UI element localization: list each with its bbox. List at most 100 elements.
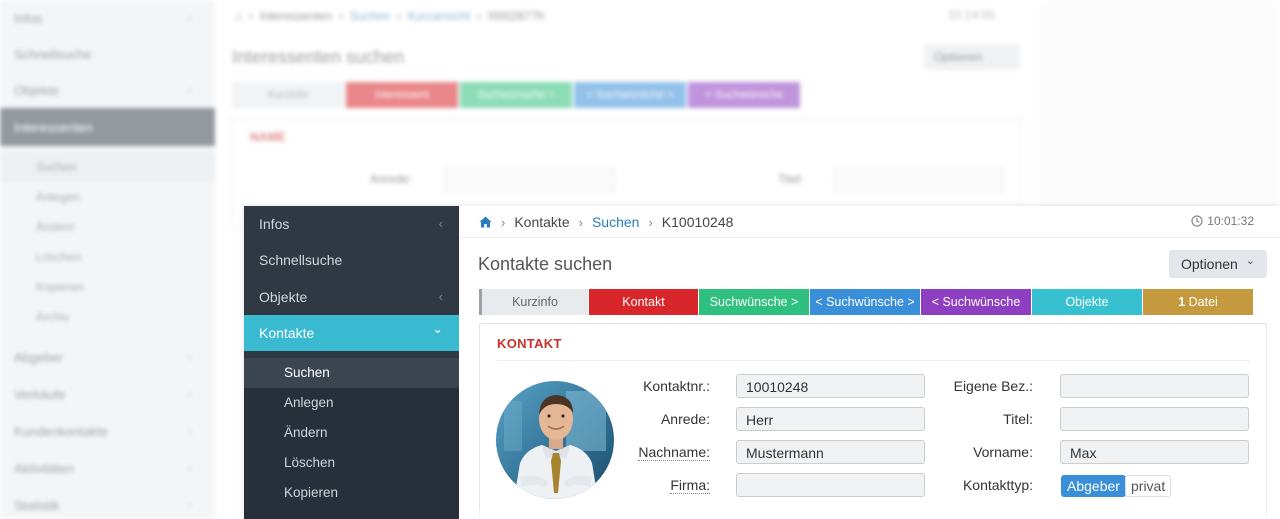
breadcrumb-separator: › bbox=[578, 214, 583, 230]
clock-icon bbox=[1191, 215, 1203, 227]
label-firma-text: Firma: bbox=[670, 477, 710, 494]
sidebar-item-label: Infos bbox=[259, 216, 290, 232]
bg-sidebar-item: Statistik ‹ bbox=[14, 498, 192, 513]
bg-field-label: Titel: bbox=[778, 172, 804, 186]
kontaktnr-field[interactable]: 10010248 bbox=[736, 374, 925, 398]
bg-sidebar-item-schnellsuche: Schnellsuche bbox=[14, 47, 92, 62]
titel-field[interactable] bbox=[1060, 407, 1249, 431]
bg-sub-active bbox=[0, 152, 215, 182]
clock-time: 10:01:32 bbox=[1207, 214, 1254, 228]
sidebar-subitem-loeschen[interactable]: Löschen bbox=[244, 448, 459, 478]
bg-tabs: Kurzinfo Interessent Suchwünsche > < Suc… bbox=[232, 82, 802, 108]
bg-sub-item: Ändern bbox=[36, 220, 75, 234]
label-eigene-bez: Eigene Bez.: bbox=[953, 378, 1033, 394]
sidebar-subitem-anlegen[interactable]: Anlegen bbox=[244, 388, 459, 418]
tab-datei-count: 1 bbox=[1178, 295, 1186, 309]
sidebar-item-kontakte[interactable]: Kontakte ⌄ bbox=[244, 315, 468, 351]
bottom-fade bbox=[459, 506, 1280, 519]
kontakttyp-option-privat[interactable]: privat bbox=[1125, 475, 1172, 497]
sidebar-item-objekte[interactable]: Objekte ‹ bbox=[244, 279, 459, 315]
session-clock: 10:01:32 bbox=[1191, 214, 1254, 228]
sidebar-item-infos[interactable]: Infos ‹ bbox=[244, 206, 459, 242]
label-titel: Titel: bbox=[1003, 411, 1033, 427]
bg-tab: Kurzinfo bbox=[232, 82, 344, 108]
sidebar-item-schnellsuche[interactable]: Schnellsuche bbox=[244, 242, 459, 278]
home-icon[interactable] bbox=[479, 216, 492, 228]
sidebar-subitem-suchen[interactable]: Suchen bbox=[244, 358, 459, 388]
contact-panel: KONTAKT Kontaktnr.: 10010248 Anrede: Her… bbox=[479, 323, 1267, 519]
firma-field[interactable] bbox=[736, 473, 925, 497]
bg-field-label: Anrede: bbox=[370, 172, 413, 186]
breadcrumb-separator: › bbox=[648, 214, 653, 230]
label-nachname-text: Nachname: bbox=[638, 444, 710, 461]
sidebar-subitem-aendern[interactable]: Ändern bbox=[244, 418, 459, 448]
app-window: Infos ‹ Schnellsuche Objekte ‹ Kontakte … bbox=[244, 206, 1280, 519]
page-title: Kontakte suchen bbox=[478, 254, 613, 274]
panel-heading: KONTAKT bbox=[497, 336, 562, 351]
label-anrede: Anrede: bbox=[660, 411, 710, 427]
breadcrumb-link-suchen[interactable]: Suchen bbox=[592, 214, 639, 230]
eigene-bez-field[interactable] bbox=[1060, 374, 1249, 398]
breadcrumb-item-current: K10010248 bbox=[661, 214, 734, 230]
sidebar-subitem-kopieren[interactable]: Kopieren bbox=[244, 478, 459, 508]
label-nachname: Nachname: bbox=[600, 444, 710, 461]
bg-clock: 10:14:05 bbox=[948, 8, 995, 22]
bg-tab: < Suchwünsche bbox=[688, 82, 800, 108]
options-button-label: Optionen bbox=[1181, 256, 1238, 272]
anrede-field[interactable]: Herr bbox=[736, 407, 925, 431]
bg-sidebar-item: Abgeber ‹ bbox=[14, 350, 192, 365]
bg-page-title: Interessenten suchen bbox=[232, 47, 405, 67]
bg-sidebar-item-infos: Infos ‹ bbox=[14, 11, 192, 26]
sidebar-item-label: Objekte bbox=[259, 289, 308, 305]
tab-suchwuensche-prev[interactable]: < Suchwünsche bbox=[921, 289, 1031, 315]
sidebar-subitem-more bbox=[244, 508, 459, 519]
bg-tab: Suchwünsche > bbox=[460, 82, 572, 108]
chevron-left-icon: ‹ bbox=[438, 216, 443, 231]
bg-field-input bbox=[445, 168, 615, 192]
breadcrumb: › Kontakte › Suchen › K10010248 bbox=[479, 214, 733, 230]
sidebar-item-label: Schnellsuche bbox=[259, 252, 343, 268]
background-sidebar bbox=[0, 0, 215, 519]
sidebar-item-label: Kontakte bbox=[259, 325, 315, 341]
bg-sub-item: Archiv bbox=[36, 310, 70, 324]
contact-photo bbox=[496, 381, 614, 499]
bg-sub-item: Anlegen bbox=[36, 190, 81, 204]
vorname-field[interactable]: Max bbox=[1060, 440, 1249, 464]
panel-divider bbox=[497, 360, 1250, 361]
tab-objekte[interactable]: Objekte bbox=[1032, 289, 1142, 315]
bg-sub-item: Kopieren bbox=[36, 280, 85, 294]
bg-breadcrumb: ⌂ › Interessenten › Suchen › Kurzansicht… bbox=[235, 9, 545, 23]
kontakttyp-option-abgeber[interactable]: Abgeber bbox=[1061, 475, 1126, 497]
bg-sidebar-item: Verkäufe ‹ bbox=[14, 387, 192, 402]
options-button[interactable]: Optionen ⌄ bbox=[1169, 250, 1267, 278]
bg-sub-item: Löschen bbox=[36, 250, 82, 264]
bg-field-input bbox=[834, 168, 1004, 192]
header-divider bbox=[459, 237, 1280, 238]
label-firma: Firma: bbox=[600, 477, 710, 494]
bg-sub-item: Suchen bbox=[36, 160, 77, 174]
bg-sidebar-item-objekte: Objekte ‹ bbox=[14, 83, 192, 98]
tab-suchwuensche-prevnext[interactable]: < Suchwünsche > bbox=[810, 289, 920, 315]
tab-datei-label: Datei bbox=[1188, 295, 1218, 309]
tab-datei[interactable]: 1 Datei bbox=[1143, 289, 1253, 315]
sidebar: Infos ‹ Schnellsuche Objekte ‹ Kontakte … bbox=[244, 206, 468, 519]
main-content: › Kontakte › Suchen › K10010248 10:01:32… bbox=[459, 206, 1280, 519]
bg-tab: Interessent bbox=[346, 82, 458, 108]
chevron-down-icon: ⌄ bbox=[1245, 255, 1255, 267]
bg-tab: < Suchwünsche > bbox=[574, 82, 686, 108]
label-kontaktnr: Kontaktnr.: bbox=[643, 378, 710, 394]
tab-suchwuensche-next[interactable]: Suchwünsche > bbox=[699, 289, 809, 315]
breadcrumb-item-kontakte: Kontakte bbox=[514, 214, 570, 230]
label-vorname: Vorname: bbox=[973, 444, 1033, 460]
nachname-field[interactable]: Mustermann bbox=[736, 440, 925, 464]
tab-bar: Kurzinfo Kontakt Suchwünsche > < Suchwün… bbox=[479, 289, 1254, 315]
bg-sidebar-item: Aktivitäten ‹ bbox=[14, 461, 192, 476]
bg-panel-heading: NAME bbox=[250, 130, 286, 144]
bg-options-button: Optionen bbox=[924, 44, 1020, 70]
tab-kontakt[interactable]: Kontakt bbox=[589, 289, 698, 315]
breadcrumb-separator: › bbox=[501, 214, 506, 230]
bg-sidebar-item-interessenten: Interessenten bbox=[14, 120, 93, 135]
tab-kurzinfo[interactable]: Kurzinfo bbox=[479, 289, 588, 315]
chevron-left-icon: ‹ bbox=[438, 289, 443, 304]
chevron-down-icon: ⌄ bbox=[432, 321, 443, 336]
